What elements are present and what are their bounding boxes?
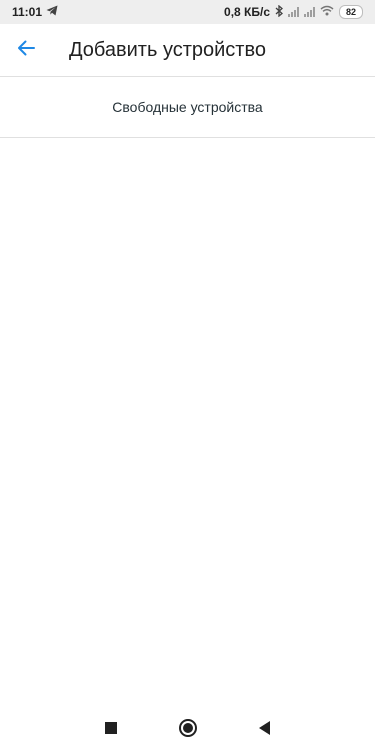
page-title: Добавить устройство [69, 38, 266, 61]
app-bar: Добавить устройство [0, 24, 375, 76]
home-icon[interactable] [179, 719, 197, 737]
telegram-icon [46, 5, 58, 19]
recent-apps-icon[interactable] [105, 722, 117, 734]
signal-icon [304, 7, 315, 17]
battery-icon: 82 [339, 5, 363, 19]
back-icon[interactable] [259, 721, 270, 735]
bluetooth-icon [275, 4, 283, 20]
arrow-left-icon [17, 40, 35, 61]
wifi-icon [320, 5, 334, 19]
status-time: 11:01 [12, 5, 43, 19]
section-title: Свободные устройства [112, 99, 263, 115]
status-left: 11:01 [12, 5, 58, 19]
status-right: 0,8 КБ/с 82 [224, 4, 363, 20]
battery-level: 82 [345, 7, 356, 17]
network-speed: 0,8 КБ/с [224, 5, 270, 19]
system-nav-bar [0, 706, 375, 750]
status-bar: 11:01 0,8 КБ/с 82 [0, 0, 375, 24]
free-devices-section: Свободные устройства [0, 77, 375, 137]
back-button[interactable] [0, 24, 52, 76]
signal-icon [288, 7, 299, 17]
device-list [0, 138, 375, 706]
